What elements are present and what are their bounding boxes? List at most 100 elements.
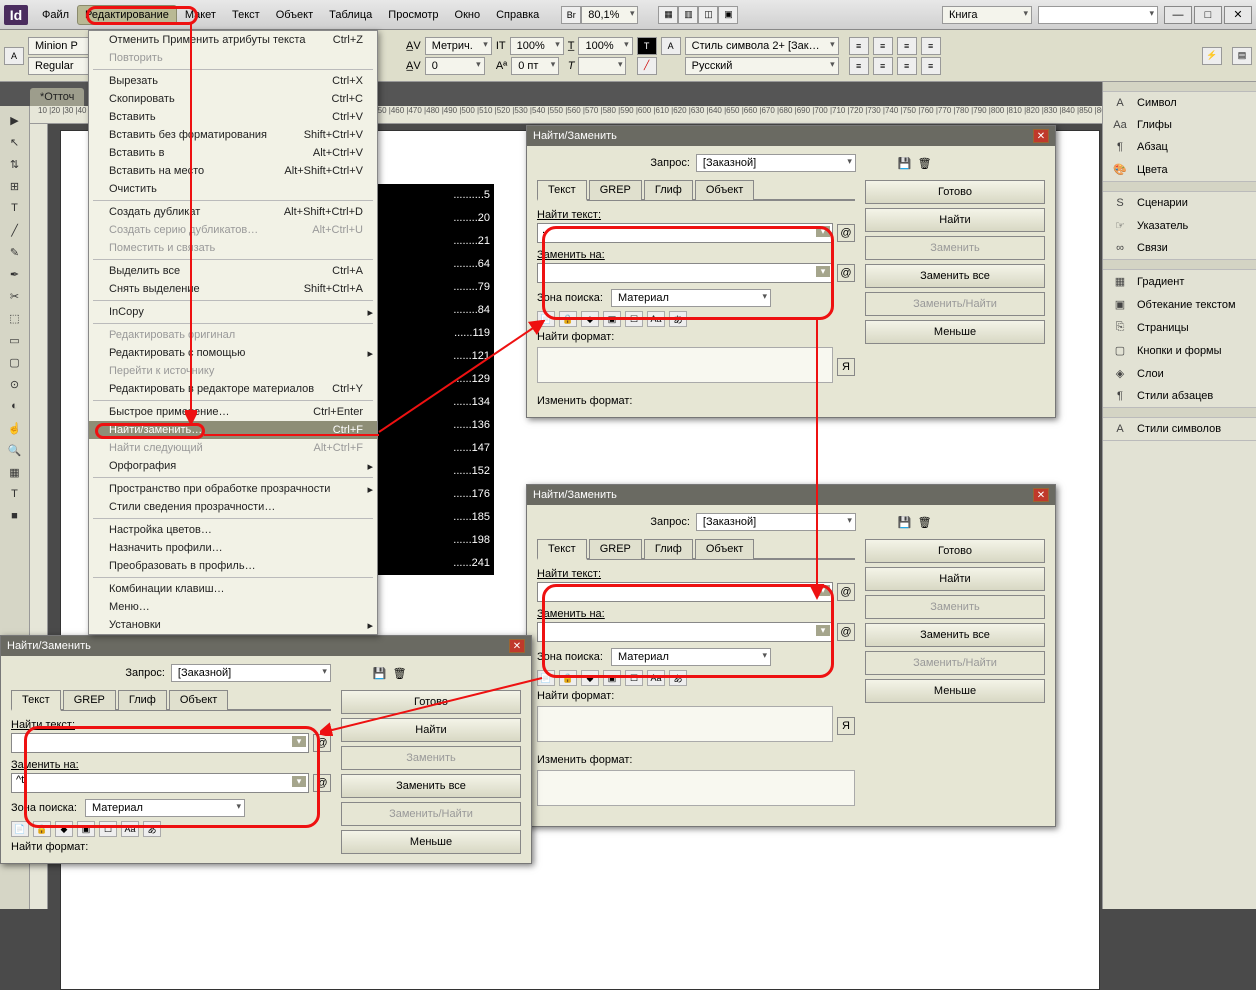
menu-item[interactable]: Редактировать в редакторе материаловCtrl… xyxy=(89,380,377,398)
menu-item[interactable]: Очистить xyxy=(89,180,377,198)
tab-grep[interactable]: GREP xyxy=(589,180,642,201)
align-jc-icon[interactable]: ≡ xyxy=(873,57,893,75)
tab-text[interactable]: Текст xyxy=(537,180,587,201)
query-select[interactable]: [Заказной] xyxy=(696,513,856,531)
tool[interactable]: T xyxy=(3,198,27,218)
panel-row[interactable]: ⎘Страницы xyxy=(1103,316,1256,339)
quick-apply-icon[interactable]: ⚡ xyxy=(1202,47,1222,65)
find-text-input[interactable] xyxy=(11,733,309,753)
zone-select[interactable]: Материал xyxy=(611,289,771,307)
query-select[interactable]: [Заказной] xyxy=(696,154,856,172)
align-jl-icon[interactable]: ≡ xyxy=(849,57,869,75)
menu-item[interactable]: Выделить всеCtrl+A xyxy=(89,262,377,280)
kerning-select[interactable]: Метрич. xyxy=(425,37,492,55)
zone-select[interactable]: Материал xyxy=(611,648,771,666)
tool[interactable]: ■ xyxy=(3,506,27,526)
panel-row[interactable]: 🎨Цвета xyxy=(1103,158,1256,181)
stroke-icon[interactable]: A xyxy=(661,37,681,55)
panel-row[interactable]: ◈Слои xyxy=(1103,362,1256,385)
menu-object[interactable]: Объект xyxy=(268,5,321,25)
tool[interactable]: ↖ xyxy=(3,132,27,152)
done-button[interactable]: Готово xyxy=(341,690,521,714)
close-icon[interactable]: ✕ xyxy=(1033,129,1049,143)
menu-item[interactable]: ВырезатьCtrl+X xyxy=(89,72,377,90)
special-char-icon[interactable]: @ xyxy=(837,623,855,641)
screen-mode-2-icon[interactable]: ▥ xyxy=(678,6,698,24)
tool[interactable]: ☝ xyxy=(3,418,27,438)
close-icon[interactable]: ✕ xyxy=(1033,488,1049,502)
tool[interactable]: ╱ xyxy=(3,220,27,240)
tab-object[interactable]: Объект xyxy=(695,180,754,201)
menu-item[interactable]: ВставитьCtrl+V xyxy=(89,108,377,126)
replace-button[interactable]: Заменить xyxy=(341,746,521,770)
menu-item[interactable]: Вставить на местоAlt+Shift+Ctrl+V xyxy=(89,162,377,180)
menu-item[interactable]: Меню… xyxy=(89,598,377,616)
find-button[interactable]: Найти xyxy=(865,567,1045,591)
tab-glyph[interactable]: Глиф xyxy=(644,539,693,560)
search-scope-icons[interactable]: 📄🔒◆▣☐Aaあ xyxy=(537,670,855,686)
panel-row[interactable]: AСтили символов xyxy=(1103,418,1256,440)
less-button[interactable]: Меньше xyxy=(341,830,521,854)
panel-row[interactable]: AaГлифы xyxy=(1103,114,1256,136)
align-l-icon[interactable]: ≡ xyxy=(849,37,869,55)
done-button[interactable]: Готово xyxy=(865,539,1045,563)
find-text-input[interactable] xyxy=(537,582,833,602)
tool[interactable]: ▢ xyxy=(3,352,27,372)
search-scope-icons[interactable]: 📄🔒◆▣☐Aaあ xyxy=(11,821,331,837)
menu-item[interactable]: Орфография xyxy=(89,457,377,475)
delete-query-icon[interactable]: 🗑 xyxy=(393,667,407,680)
menu-item[interactable]: Комбинации клавиш… xyxy=(89,580,377,598)
skew-input[interactable] xyxy=(578,57,626,75)
menu-edit[interactable]: Редактирование xyxy=(77,5,177,25)
tool[interactable]: ⊞ xyxy=(3,176,27,196)
special-char-icon[interactable]: @ xyxy=(313,734,331,752)
maximize-icon[interactable]: □ xyxy=(1194,6,1222,24)
panel-row[interactable]: ¶Абзац xyxy=(1103,136,1256,158)
find-button[interactable]: Найти xyxy=(865,208,1045,232)
tool[interactable]: ✂ xyxy=(3,286,27,306)
menu-item[interactable]: Настройка цветов… xyxy=(89,521,377,539)
menu-item[interactable]: Снять выделениеShift+Ctrl+A xyxy=(89,280,377,298)
tab-object[interactable]: Объект xyxy=(169,690,228,711)
view-icon[interactable]: ▣ xyxy=(718,6,738,24)
tab-grep[interactable]: GREP xyxy=(589,539,642,560)
no-fill-icon[interactable]: ╱ xyxy=(637,57,657,75)
fill-icon[interactable]: T xyxy=(637,37,657,55)
search-scope-icons[interactable]: 📄🔒◆▣☐Aaあ xyxy=(537,311,855,327)
special-char-icon[interactable]: @ xyxy=(837,583,855,601)
change-format-box[interactable] xyxy=(537,770,855,806)
replace-find-button[interactable]: Заменить/Найти xyxy=(341,802,521,826)
menu-help[interactable]: Справка xyxy=(488,5,547,25)
char-style-select[interactable]: Стиль символа 2+ [Зак… xyxy=(685,37,839,55)
align-jr-icon[interactable]: ≡ xyxy=(897,57,917,75)
find-format-box[interactable] xyxy=(537,706,833,742)
tool[interactable]: ◐ xyxy=(3,396,27,416)
menu-item[interactable]: Редактировать с помощью xyxy=(89,344,377,362)
format-icon[interactable]: Я xyxy=(837,717,855,735)
menu-text[interactable]: Текст xyxy=(224,5,268,25)
menu-item[interactable]: Назначить профили… xyxy=(89,539,377,557)
replace-find-button[interactable]: Заменить/Найти xyxy=(865,292,1045,316)
menu-item[interactable]: Пространство при обработке прозрачности xyxy=(89,480,377,498)
find-button[interactable]: Найти xyxy=(341,718,521,742)
replace-all-button[interactable]: Заменить все xyxy=(865,264,1045,288)
less-button[interactable]: Меньше xyxy=(865,679,1045,703)
special-char-icon[interactable]: @ xyxy=(837,264,855,282)
zone-select[interactable]: Материал xyxy=(85,799,245,817)
delete-query-icon[interactable]: 🗑 xyxy=(918,157,932,170)
replace-input[interactable] xyxy=(537,263,833,283)
query-select[interactable]: [Заказной] xyxy=(171,664,331,682)
menu-item[interactable]: InCopy xyxy=(89,303,377,321)
align-jf-icon[interactable]: ≡ xyxy=(921,57,941,75)
language-select[interactable]: Русский xyxy=(685,57,839,75)
replace-input[interactable]: ^t xyxy=(11,773,309,793)
panel-row[interactable]: ▢Кнопки и формы xyxy=(1103,339,1256,362)
replace-all-button[interactable]: Заменить все xyxy=(865,623,1045,647)
zoom-select[interactable]: 80,1% xyxy=(581,6,638,24)
panel-row[interactable]: AСимвол xyxy=(1103,92,1256,114)
hscale-input[interactable]: 100% xyxy=(578,37,632,55)
close-icon[interactable]: ✕ xyxy=(509,639,525,653)
tool[interactable]: ▭ xyxy=(3,330,27,350)
tool[interactable]: 🔍 xyxy=(3,440,27,460)
menu-item[interactable]: Найти/заменить…Ctrl+F xyxy=(89,421,377,439)
